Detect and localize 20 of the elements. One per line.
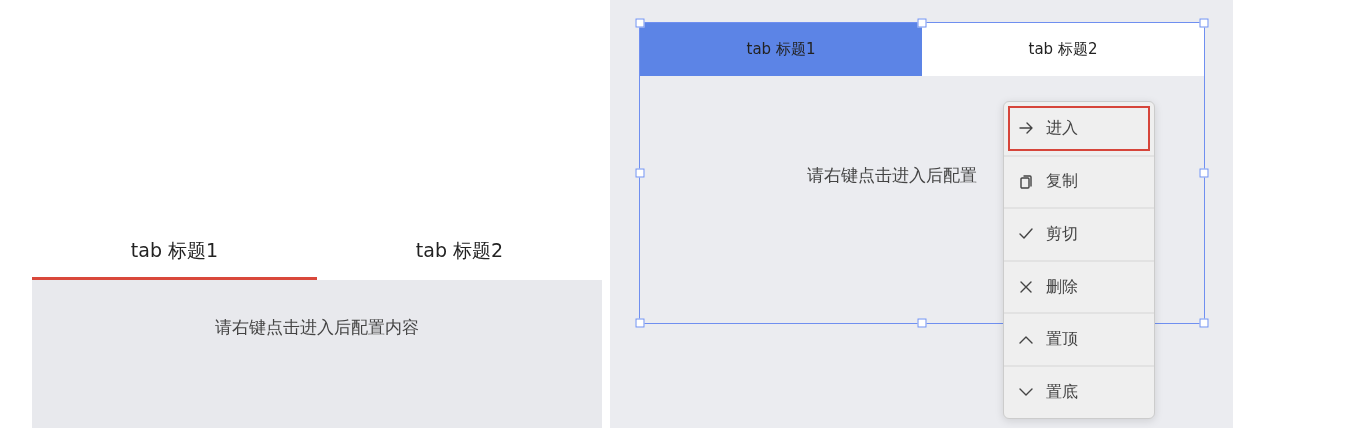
resize-handle[interactable]: [1199, 18, 1209, 28]
resize-handle[interactable]: [1199, 318, 1209, 328]
resize-handle[interactable]: [635, 168, 645, 178]
placeholder-text: 请右键点击进入后配置: [807, 164, 977, 187]
menu-item[interactable]: 置底: [1004, 364, 1154, 418]
resize-handle[interactable]: [917, 18, 927, 28]
resize-handle[interactable]: [1199, 168, 1209, 178]
menu-item[interactable]: 进入: [1004, 102, 1154, 155]
placeholder-text: 请右键点击进入后配置内容: [215, 316, 419, 338]
resize-handle[interactable]: [917, 318, 927, 328]
resize-handle[interactable]: [635, 18, 645, 28]
tab[interactable]: tab 标题1: [640, 23, 922, 76]
tab[interactable]: tab 标题2: [317, 225, 602, 280]
menu-item[interactable]: 置顶: [1004, 312, 1154, 365]
resize-handle[interactable]: [635, 318, 645, 328]
tab[interactable]: tab 标题2: [922, 23, 1204, 76]
menu-item[interactable]: 剪切: [1004, 207, 1154, 260]
menu-item[interactable]: 删除: [1004, 259, 1154, 313]
menu-item[interactable]: 复制: [1004, 154, 1154, 208]
copy-icon: [1018, 173, 1034, 190]
